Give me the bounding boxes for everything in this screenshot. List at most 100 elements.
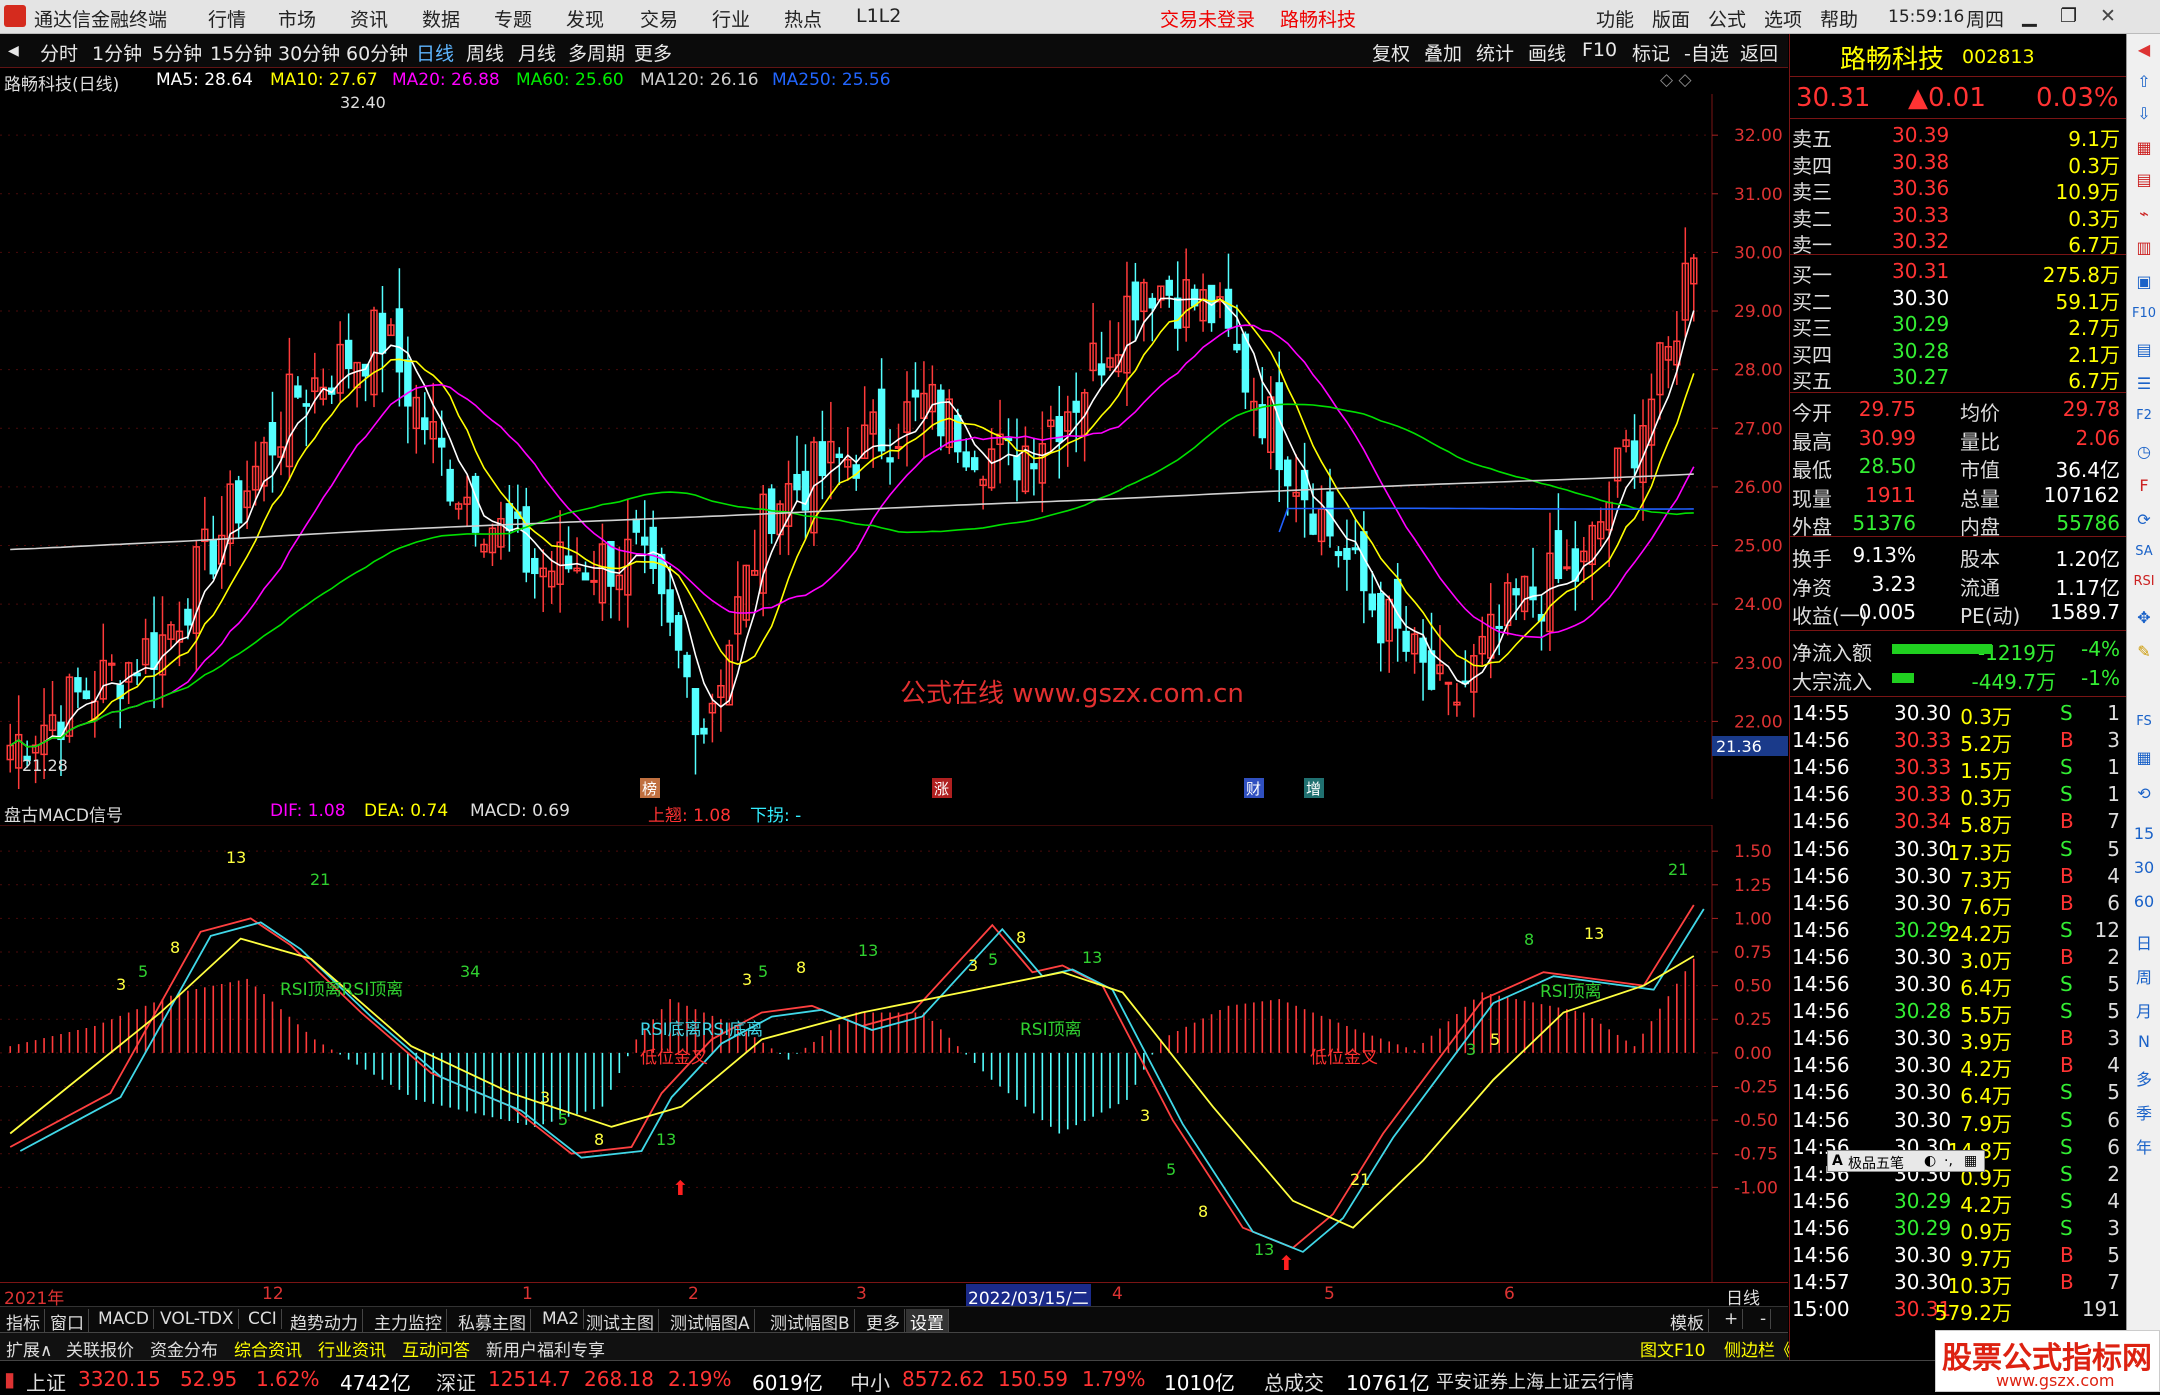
- tab-expand[interactable]: 扩展∧: [2, 1336, 56, 1361]
- tab-fund-distribution[interactable]: 资金分布: [146, 1336, 222, 1361]
- sidebar-period-week[interactable]: 周: [2127, 964, 2160, 988]
- tool-f10[interactable]: F10: [1582, 39, 1617, 61]
- sidebar-doc-icon[interactable]: ▤: [2127, 340, 2160, 359]
- tool-overlay[interactable]: 叠加: [1424, 39, 1462, 66]
- sidebar-table-icon[interactable]: ▣: [2127, 272, 2160, 291]
- tab-test-sub-b[interactable]: 测试幅图B: [766, 1309, 855, 1334]
- tab-more[interactable]: 更多: [862, 1309, 905, 1334]
- period-1min[interactable]: 1分钟: [92, 39, 142, 66]
- sidebar-period-month[interactable]: 月: [2127, 998, 2160, 1022]
- tool-back[interactable]: 返回: [1740, 39, 1778, 66]
- sidebar-down-icon[interactable]: ⇩: [2127, 104, 2160, 123]
- sidebar-chart-icon[interactable]: ▤: [2127, 170, 2160, 189]
- tab-industry-news[interactable]: 行业资讯: [314, 1336, 390, 1361]
- template-button[interactable]: 模板: [1666, 1309, 1709, 1334]
- sidebar-grid-icon[interactable]: ▦: [2127, 138, 2160, 157]
- chart-config-icon[interactable]: ◇ ◇: [1660, 70, 1692, 90]
- ime-mode-icon[interactable]: A: [1832, 1153, 1843, 1169]
- tab-window[interactable]: 窗口: [46, 1309, 89, 1334]
- period-daily[interactable]: 日线: [416, 39, 454, 66]
- period-monthly[interactable]: 月线: [518, 39, 556, 66]
- sidebar-cycle-icon[interactable]: ⟳: [2127, 510, 2160, 529]
- tool-adjust[interactable]: 复权: [1372, 39, 1410, 66]
- tool-stats[interactable]: 统计: [1476, 39, 1514, 66]
- menu-market[interactable]: 市场: [278, 5, 316, 32]
- sidebar-period-30[interactable]: 30: [2127, 858, 2160, 877]
- macd-indicator-name[interactable]: 盘古MACD信号: [4, 801, 123, 826]
- period-5min[interactable]: 5分钟: [152, 39, 202, 66]
- tab-test-sub-a[interactable]: 测试幅图A: [666, 1309, 755, 1334]
- tool-mark[interactable]: 标记: [1632, 39, 1670, 66]
- menu-layout[interactable]: 版面: [1652, 5, 1690, 32]
- ime-moon-icon[interactable]: ◐: [1924, 1153, 1936, 1169]
- sidebar-period-15[interactable]: 15: [2127, 824, 2160, 843]
- remove-button[interactable]: -: [1756, 1309, 1772, 1329]
- marker-zhang-label[interactable]: 涨: [934, 780, 949, 798]
- menu-hot[interactable]: 热点: [784, 5, 822, 32]
- menu-l1l2[interactable]: L1L2: [856, 5, 901, 27]
- period-30min[interactable]: 30分钟: [278, 39, 340, 66]
- restore-icon[interactable]: ❐: [2060, 5, 2077, 27]
- tab-private-main[interactable]: 私募主图: [454, 1309, 531, 1334]
- menu-data[interactable]: 数据: [422, 5, 460, 32]
- tab-cci[interactable]: CCI: [244, 1309, 282, 1329]
- collapse-icon[interactable]: ◀: [8, 43, 19, 59]
- tab-trend-power[interactable]: 趋势动力: [286, 1309, 363, 1334]
- sidebar-move-icon[interactable]: ✥: [2127, 608, 2160, 627]
- menu-function[interactable]: 功能: [1596, 5, 1634, 32]
- tool-draw[interactable]: 画线: [1528, 39, 1566, 66]
- sidebar-pen-icon[interactable]: ✎: [2127, 642, 2160, 661]
- tab-qa[interactable]: 互动问答: [398, 1336, 474, 1361]
- sidebar-f-icon[interactable]: F: [2127, 476, 2160, 495]
- period-intraday[interactable]: 分时: [40, 39, 78, 66]
- tab-new-user-benefits[interactable]: 新用户福利专享: [482, 1336, 609, 1361]
- menu-formula[interactable]: 公式: [1708, 5, 1746, 32]
- sidebar-period-season[interactable]: 季: [2127, 1100, 2160, 1124]
- sidebar-sales-icon[interactable]: SA: [2127, 544, 2160, 559]
- ime-punct-icon[interactable]: ·,: [1944, 1153, 1953, 1169]
- tab-macd[interactable]: MACD: [94, 1309, 154, 1329]
- period-more[interactable]: 更多: [634, 39, 672, 66]
- sidebar-period-year[interactable]: 年: [2127, 1134, 2160, 1158]
- menu-industry[interactable]: 行业: [712, 5, 750, 32]
- menu-help[interactable]: 帮助: [1820, 5, 1858, 32]
- menu-trade[interactable]: 交易: [640, 5, 678, 32]
- sidebar-f2-icon[interactable]: F2: [2127, 408, 2160, 423]
- ime-keyboard-icon[interactable]: ▦: [1964, 1153, 1977, 1169]
- marker-cai-label[interactable]: 财: [1246, 780, 1261, 798]
- news-ticker[interactable]: 平安证券上海上证云行情: [1436, 1368, 1634, 1394]
- menu-topics[interactable]: 专题: [494, 5, 532, 32]
- tool-remove-favorite[interactable]: -自选: [1684, 39, 1729, 66]
- sidebar-f10-icon[interactable]: F10: [2127, 306, 2160, 321]
- tab-related-quotes[interactable]: 关联报价: [62, 1336, 138, 1361]
- marker-bang-label[interactable]: 榜: [642, 780, 657, 798]
- sidebar-grid2-icon[interactable]: ▦: [2127, 748, 2160, 767]
- tab-main-monitor[interactable]: 主力监控: [370, 1309, 447, 1334]
- menu-news[interactable]: 资讯: [350, 5, 388, 32]
- macd-chart[interactable]: 1.50 1.25 1.00 0.75 0.50 0.25 0.00 -0.25 -0.50 -0…: [0, 825, 1788, 1282]
- sidebar-line-icon[interactable]: ⌁: [2127, 204, 2160, 223]
- sidebar-list-icon[interactable]: ☰: [2127, 374, 2160, 393]
- tab-f10-text[interactable]: 图文F10: [1636, 1336, 1709, 1361]
- sidebar-collapse-icon[interactable]: ◀: [2127, 40, 2160, 59]
- sidebar-up-icon[interactable]: ⇧: [2127, 72, 2160, 91]
- sidebar-candle-icon[interactable]: ▥: [2127, 238, 2160, 257]
- ime-toolbar[interactable]: A 极品五笔 ◐ ·, ▦: [1827, 1150, 1985, 1172]
- sidebar-period-day[interactable]: 日: [2127, 930, 2160, 954]
- marker-zeng-label[interactable]: 增: [1306, 780, 1321, 798]
- tab-vol-tdx[interactable]: VOL-TDX: [156, 1309, 239, 1329]
- zx-index-name[interactable]: 中小: [850, 1367, 890, 1395]
- tab-test-main[interactable]: 测试主图: [582, 1309, 659, 1334]
- menu-quotes[interactable]: 行情: [208, 5, 246, 32]
- tab-sidebar[interactable]: 侧边栏《: [1720, 1336, 1796, 1361]
- trade-login-status[interactable]: 交易未登录: [1160, 5, 1255, 32]
- tab-general-news[interactable]: 综合资讯: [230, 1336, 306, 1361]
- period-weekly[interactable]: 周线: [466, 39, 504, 66]
- sidebar-fs-icon[interactable]: FS: [2127, 714, 2160, 729]
- sidebar-period-60[interactable]: 60: [2127, 892, 2160, 911]
- period-60min[interactable]: 60分钟: [346, 39, 408, 66]
- sidebar-clock-icon[interactable]: ◷: [2127, 442, 2160, 461]
- sidebar-refresh-icon[interactable]: ⟲: [2127, 784, 2160, 803]
- tab-indicator[interactable]: 指标: [2, 1309, 45, 1334]
- kline-chart[interactable]: 32.00 31.00 30.00 29.00 28.00 27.00 26.00 25.00…: [0, 94, 1788, 799]
